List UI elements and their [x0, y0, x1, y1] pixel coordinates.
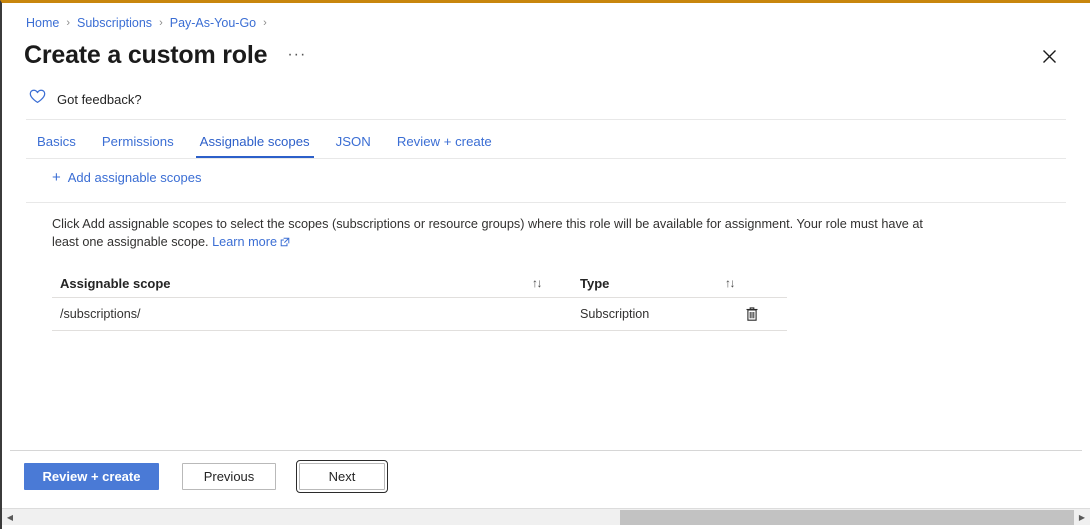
- feedback-row[interactable]: Got feedback?: [2, 70, 1090, 107]
- scrollbar-track[interactable]: [18, 509, 1074, 526]
- breadcrumb-separator: ›: [66, 17, 71, 29]
- scroll-left-arrow-icon[interactable]: ◀: [2, 509, 18, 526]
- scroll-right-arrow-icon[interactable]: ▶: [1074, 509, 1090, 526]
- assignable-scopes-table: Assignable scope ↑↓ Type ↑↓ /subscriptio…: [52, 269, 787, 331]
- clipped-content-ghost-text: ▁▁▁▁▁▁▁▁▁▁▁▁▁▁▁▁▁▁▁▁▁▁▁▁: [122, 525, 298, 529]
- add-assignable-scopes-button[interactable]: + Add assignable scopes: [52, 170, 201, 185]
- footer-actions: Review + create Previous Next: [2, 460, 1090, 493]
- table-header-row: Assignable scope ↑↓ Type ↑↓: [52, 269, 787, 298]
- trash-icon: [745, 306, 759, 322]
- add-assignable-scopes-label: Add assignable scopes: [67, 170, 202, 185]
- horizontal-scrollbar[interactable]: ◀ ▶: [2, 508, 1090, 525]
- sort-arrows-icon: ↑↓: [725, 276, 736, 290]
- page-title: Create a custom role: [24, 41, 268, 69]
- more-options-ellipsis-icon[interactable]: ···: [283, 46, 310, 64]
- external-link-icon: [280, 235, 290, 253]
- tab-assignable-scopes[interactable]: Assignable scopes: [187, 130, 323, 158]
- previous-button[interactable]: Previous: [182, 463, 276, 490]
- scrollbar-thumb[interactable]: [619, 509, 1074, 525]
- learn-more-link[interactable]: Learn more: [212, 235, 277, 249]
- footer-divider: [10, 450, 1082, 451]
- sort-arrows-icon: ↑↓: [532, 276, 543, 290]
- sort-type-button[interactable]: ↑↓: [725, 276, 773, 290]
- cell-assignable-scope: /subscriptions/: [60, 307, 141, 321]
- cell-type: Subscription: [580, 307, 650, 321]
- description-text: Click Add assignable scopes to select th…: [52, 216, 936, 252]
- blade-create-custom-role: Home › Subscriptions › Pay-As-You-Go › C…: [0, 0, 1090, 529]
- table-row[interactable]: /subscriptions/ Subscription: [52, 298, 787, 331]
- breadcrumb-separator: ›: [159, 17, 163, 29]
- close-icon: [1042, 49, 1056, 63]
- feedback-label[interactable]: Got feedback?: [57, 92, 142, 107]
- close-button[interactable]: [1034, 41, 1064, 71]
- tab-basics[interactable]: Basics: [24, 130, 89, 158]
- breadcrumb-item-pay-as-you-go[interactable]: Pay-As-You-Go: [170, 15, 256, 31]
- tab-permissions[interactable]: Permissions: [89, 130, 187, 158]
- tab-list: Basics Permissions Assignable scopes JSO…: [2, 120, 1090, 158]
- column-header-assignable-scope: Assignable scope: [60, 275, 171, 291]
- command-bar: + Add assignable scopes: [2, 159, 1090, 193]
- sort-assignable-scope-button[interactable]: ↑↓: [532, 276, 580, 290]
- column-header-type: Type: [580, 275, 610, 291]
- heart-icon: [29, 89, 46, 109]
- breadcrumb-item-home[interactable]: Home: [26, 15, 59, 31]
- breadcrumb-item-subscriptions[interactable]: Subscriptions: [77, 15, 152, 31]
- breadcrumb: Home › Subscriptions › Pay-As-You-Go ›: [2, 3, 1090, 31]
- breadcrumb-separator: ›: [263, 17, 267, 29]
- plus-icon: +: [52, 169, 61, 186]
- tab-review-create[interactable]: Review + create: [384, 130, 505, 158]
- delete-scope-button[interactable]: [725, 306, 779, 322]
- command-bar-divider: [26, 202, 1066, 203]
- tab-json[interactable]: JSON: [323, 130, 384, 158]
- review-create-button[interactable]: Review + create: [24, 463, 159, 490]
- clipped-content-sliver: ▁▁▁▁▁▁▁▁▁▁▁▁▁▁▁▁▁▁▁▁▁▁▁▁: [2, 525, 1090, 529]
- next-button[interactable]: Next: [296, 460, 388, 493]
- description-body: Click Add assignable scopes to select th…: [52, 217, 923, 249]
- page-header: Create a custom role ···: [2, 31, 1090, 70]
